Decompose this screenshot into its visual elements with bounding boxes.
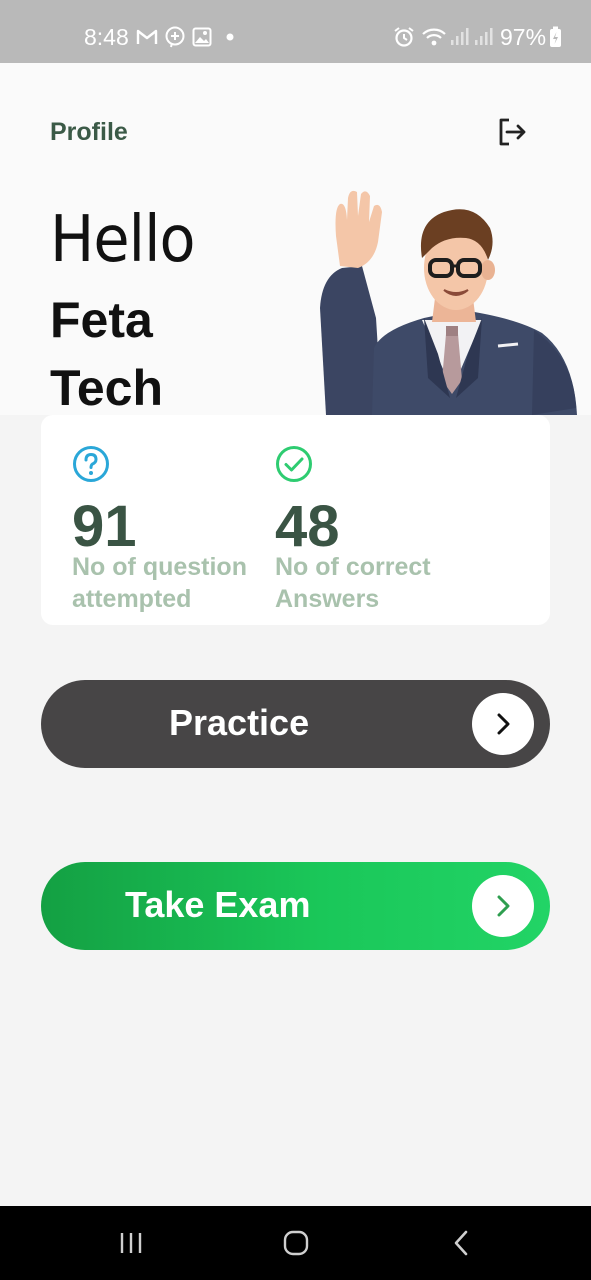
dot-icon [224, 26, 236, 48]
signal-icon [449, 26, 469, 48]
take-exam-button[interactable]: Take Exam [41, 862, 550, 950]
user-first-name: Feta [50, 292, 153, 348]
stat-questions-attempted: 91 No of question attempted [72, 415, 272, 625]
profile-screen: 8:48 97% Profile Hello Feta Tech 91 No o… [0, 0, 591, 1280]
stat-value: 48 [275, 494, 340, 559]
waving-avatar-illustration [320, 190, 577, 415]
alarm-icon [393, 26, 415, 48]
greeting-text: Hello [50, 203, 196, 277]
wifi-icon [421, 26, 447, 48]
messenger-icon [164, 26, 186, 48]
practice-button-label: Practice [169, 702, 310, 743]
logout-button[interactable] [494, 114, 530, 150]
status-time: 8:48 [84, 24, 129, 50]
take-exam-arrow-button[interactable] [472, 875, 534, 937]
recent-apps-button[interactable] [111, 1228, 151, 1258]
home-button[interactable] [276, 1228, 316, 1258]
system-navigation-bar [0, 1206, 591, 1280]
home-icon [283, 1230, 309, 1256]
practice-button[interactable]: Practice [41, 680, 550, 768]
profile-header: Profile Hello Feta Tech [0, 63, 591, 416]
stat-label: No of question attempted [72, 553, 247, 613]
battery-charging-icon [548, 26, 562, 48]
status-bar: 8:48 97% [0, 0, 591, 63]
page-title: Profile [50, 118, 128, 146]
battery-percent: 97% [500, 24, 547, 50]
user-last-name: Tech [50, 360, 163, 416]
back-button[interactable] [442, 1228, 482, 1258]
back-icon [454, 1230, 468, 1256]
question-circle-icon [73, 446, 109, 482]
chevron-right-icon [497, 895, 510, 917]
gallery-icon [192, 26, 212, 48]
stats-card: 91 No of question attempted 48 No of cor… [41, 415, 550, 625]
check-circle-icon [276, 446, 312, 482]
recent-apps-icon [120, 1233, 142, 1253]
stat-value: 91 [72, 494, 137, 559]
stat-label: No of correct Answers [275, 553, 431, 613]
gmail-icon [136, 26, 158, 48]
practice-arrow-button[interactable] [472, 693, 534, 755]
stat-correct-answers: 48 No of correct Answers [275, 415, 475, 625]
signal-icon-2 [473, 26, 493, 48]
chevron-right-icon [497, 713, 510, 735]
logout-icon [499, 118, 526, 146]
take-exam-button-label: Take Exam [125, 884, 311, 925]
